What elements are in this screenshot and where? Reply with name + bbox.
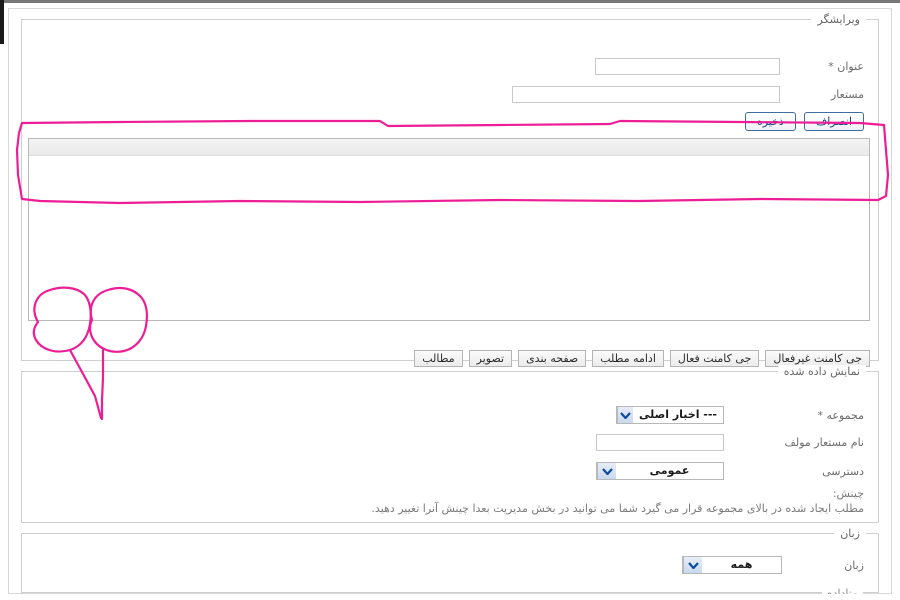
title-field-row: عنوان * — [595, 58, 864, 75]
insert-pagebreak-button[interactable]: صفحه بندی — [518, 350, 587, 367]
ordering-hint-title: چینش: — [832, 487, 864, 500]
author-alias-input[interactable] — [596, 434, 724, 451]
chevron-down-icon — [617, 407, 633, 423]
cancel-button[interactable]: انصراف — [803, 112, 864, 131]
admin-form-page: ویرایشگر عنوان * مستعار انصراف ذخیره جی … — [8, 8, 892, 594]
language-field-row: زبان همه — [682, 556, 864, 574]
insert-readmore-button[interactable]: ادامه مطلب — [592, 350, 664, 367]
access-selected-value: عمومی — [649, 464, 690, 477]
browser-chrome-top-edge — [4, 0, 900, 3]
insert-jcomment-on-button[interactable]: جی کامنت فعال — [669, 350, 760, 367]
alias-input[interactable] — [512, 86, 780, 103]
editor-fieldset: ویرایشگر عنوان * مستعار انصراف ذخیره جی … — [21, 13, 879, 367]
category-select[interactable]: --- اخبار اصلی — [616, 406, 724, 424]
category-selected-value: --- اخبار اصلی — [638, 408, 717, 421]
access-field-row: دسترسی عمومی — [596, 462, 864, 480]
author-alias-label: نام مستعار مولف — [784, 436, 864, 449]
editor-content-area[interactable] — [29, 156, 869, 320]
language-select[interactable]: همه — [682, 556, 782, 574]
category-label: مجموعه * — [817, 408, 865, 422]
alias-label: مستعار — [831, 88, 864, 101]
ordering-hint: چینش: مطلب ایجاد شده در بالای مجموعه قرا… — [34, 486, 864, 516]
display-fieldset: نمایش داده شده مجموعه * --- اخبار اصلی ن… — [21, 365, 879, 523]
author-alias-field-row: نام مستعار مولف — [596, 434, 864, 451]
access-label: دسترسی — [822, 464, 864, 478]
category-field-row: مجموعه * --- اخبار اصلی — [616, 406, 864, 424]
bottom-fieldset-legend: متاداده — [821, 588, 863, 594]
insert-article-button[interactable]: مطالب — [414, 350, 463, 367]
language-fieldset-legend: زبان — [834, 527, 866, 540]
browser-chrome-left-edge — [0, 0, 4, 44]
editor-action-buttons: انصراف ذخیره — [744, 112, 864, 131]
save-button[interactable]: ذخیره — [744, 112, 796, 131]
wysiwyg-editor[interactable] — [28, 138, 870, 321]
language-selected-value: همه — [730, 558, 753, 571]
editor-fieldset-legend: ویرایشگر — [811, 13, 866, 26]
insert-image-button[interactable]: تصویر — [468, 350, 513, 367]
language-label: زبان — [844, 558, 864, 572]
language-fieldset: زبان زبان همه — [21, 527, 879, 593]
editor-toolbar-strip[interactable] — [29, 139, 869, 156]
title-label: عنوان * — [828, 60, 864, 73]
alias-field-row: مستعار — [512, 86, 864, 103]
access-select[interactable]: عمومی — [596, 462, 724, 480]
display-fieldset-legend: نمایش داده شده — [777, 365, 866, 378]
chevron-down-icon — [597, 463, 616, 479]
ordering-hint-text: مطلب ایجاد شده در بالای مجموعه قرار می گ… — [371, 502, 864, 515]
chevron-down-icon — [683, 557, 702, 573]
title-input[interactable] — [595, 58, 780, 75]
